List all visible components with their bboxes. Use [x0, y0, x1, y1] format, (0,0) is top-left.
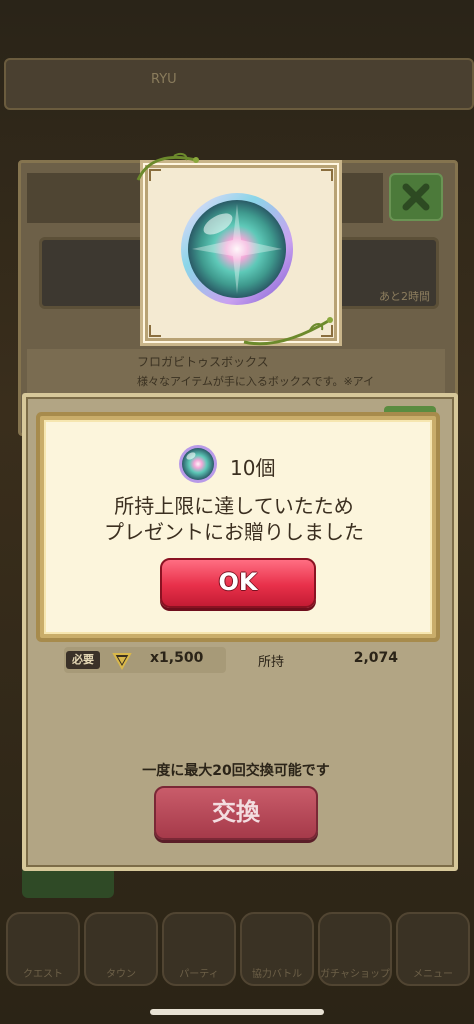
home-indicator: [150, 1009, 324, 1015]
medal-icon: [112, 653, 132, 670]
nav-label: タウン: [106, 969, 136, 980]
nav-gacha-shop[interactable]: ガチャショップ: [318, 912, 392, 986]
nav-label: パーティ: [179, 969, 219, 980]
nav-party[interactable]: パーティ: [162, 912, 236, 986]
item-count: 10個: [230, 456, 276, 480]
player-name: RYU: [151, 72, 177, 87]
box-info-row: フロガビトゥスボックス 様々なアイテムが手に入るボックスです。※アイ: [27, 349, 445, 397]
close-icon: [402, 183, 430, 211]
box-banner-right[interactable]: あと2時間: [333, 237, 439, 309]
owned-value: 2,074: [353, 650, 398, 666]
max-exchange-note: 一度に最大20回交換可能です: [142, 763, 330, 779]
frame-corner: [149, 325, 161, 337]
nav-label: クエスト: [23, 969, 63, 980]
required-badge: 必要: [66, 651, 100, 669]
ok-button[interactable]: OK: [160, 558, 316, 608]
cost-amount: x1,500: [150, 650, 204, 666]
rainbow-orb-icon: [181, 193, 293, 305]
bottom-nav: クエスト タウン パーティ 協力バトル ガチャショップ メニュー: [0, 912, 474, 992]
close-button[interactable]: [389, 173, 443, 221]
background-topbar: RYU: [4, 58, 474, 110]
box-title: フロガビトゥスボックス: [137, 355, 269, 369]
message-line2: プレゼントにお贈りしました: [104, 520, 364, 544]
vine-decoration: [243, 317, 333, 346]
box-banner-left[interactable]: [39, 237, 149, 309]
nav-coop-battle[interactable]: 協力バトル: [240, 912, 314, 986]
nav-town[interactable]: タウン: [84, 912, 158, 986]
vine-decoration: [136, 152, 199, 181]
rainbow-orb-icon: [179, 445, 217, 483]
box-description: 様々なアイテムが手に入るボックスです。※アイ: [137, 375, 375, 388]
nav-menu[interactable]: メニュー: [396, 912, 470, 986]
banner-timer: あと2時間: [379, 290, 430, 303]
nav-label: 協力バトル: [251, 969, 303, 980]
owned-label: 所持: [258, 655, 285, 670]
frame-corner: [321, 169, 333, 181]
nav-label: ガチャショップ: [320, 969, 390, 980]
exchange-button[interactable]: 交換: [154, 786, 318, 840]
message-line1: 所持上限に達していたため: [114, 494, 354, 518]
nav-label: メニュー: [413, 969, 453, 980]
nav-quest[interactable]: クエスト: [6, 912, 80, 986]
